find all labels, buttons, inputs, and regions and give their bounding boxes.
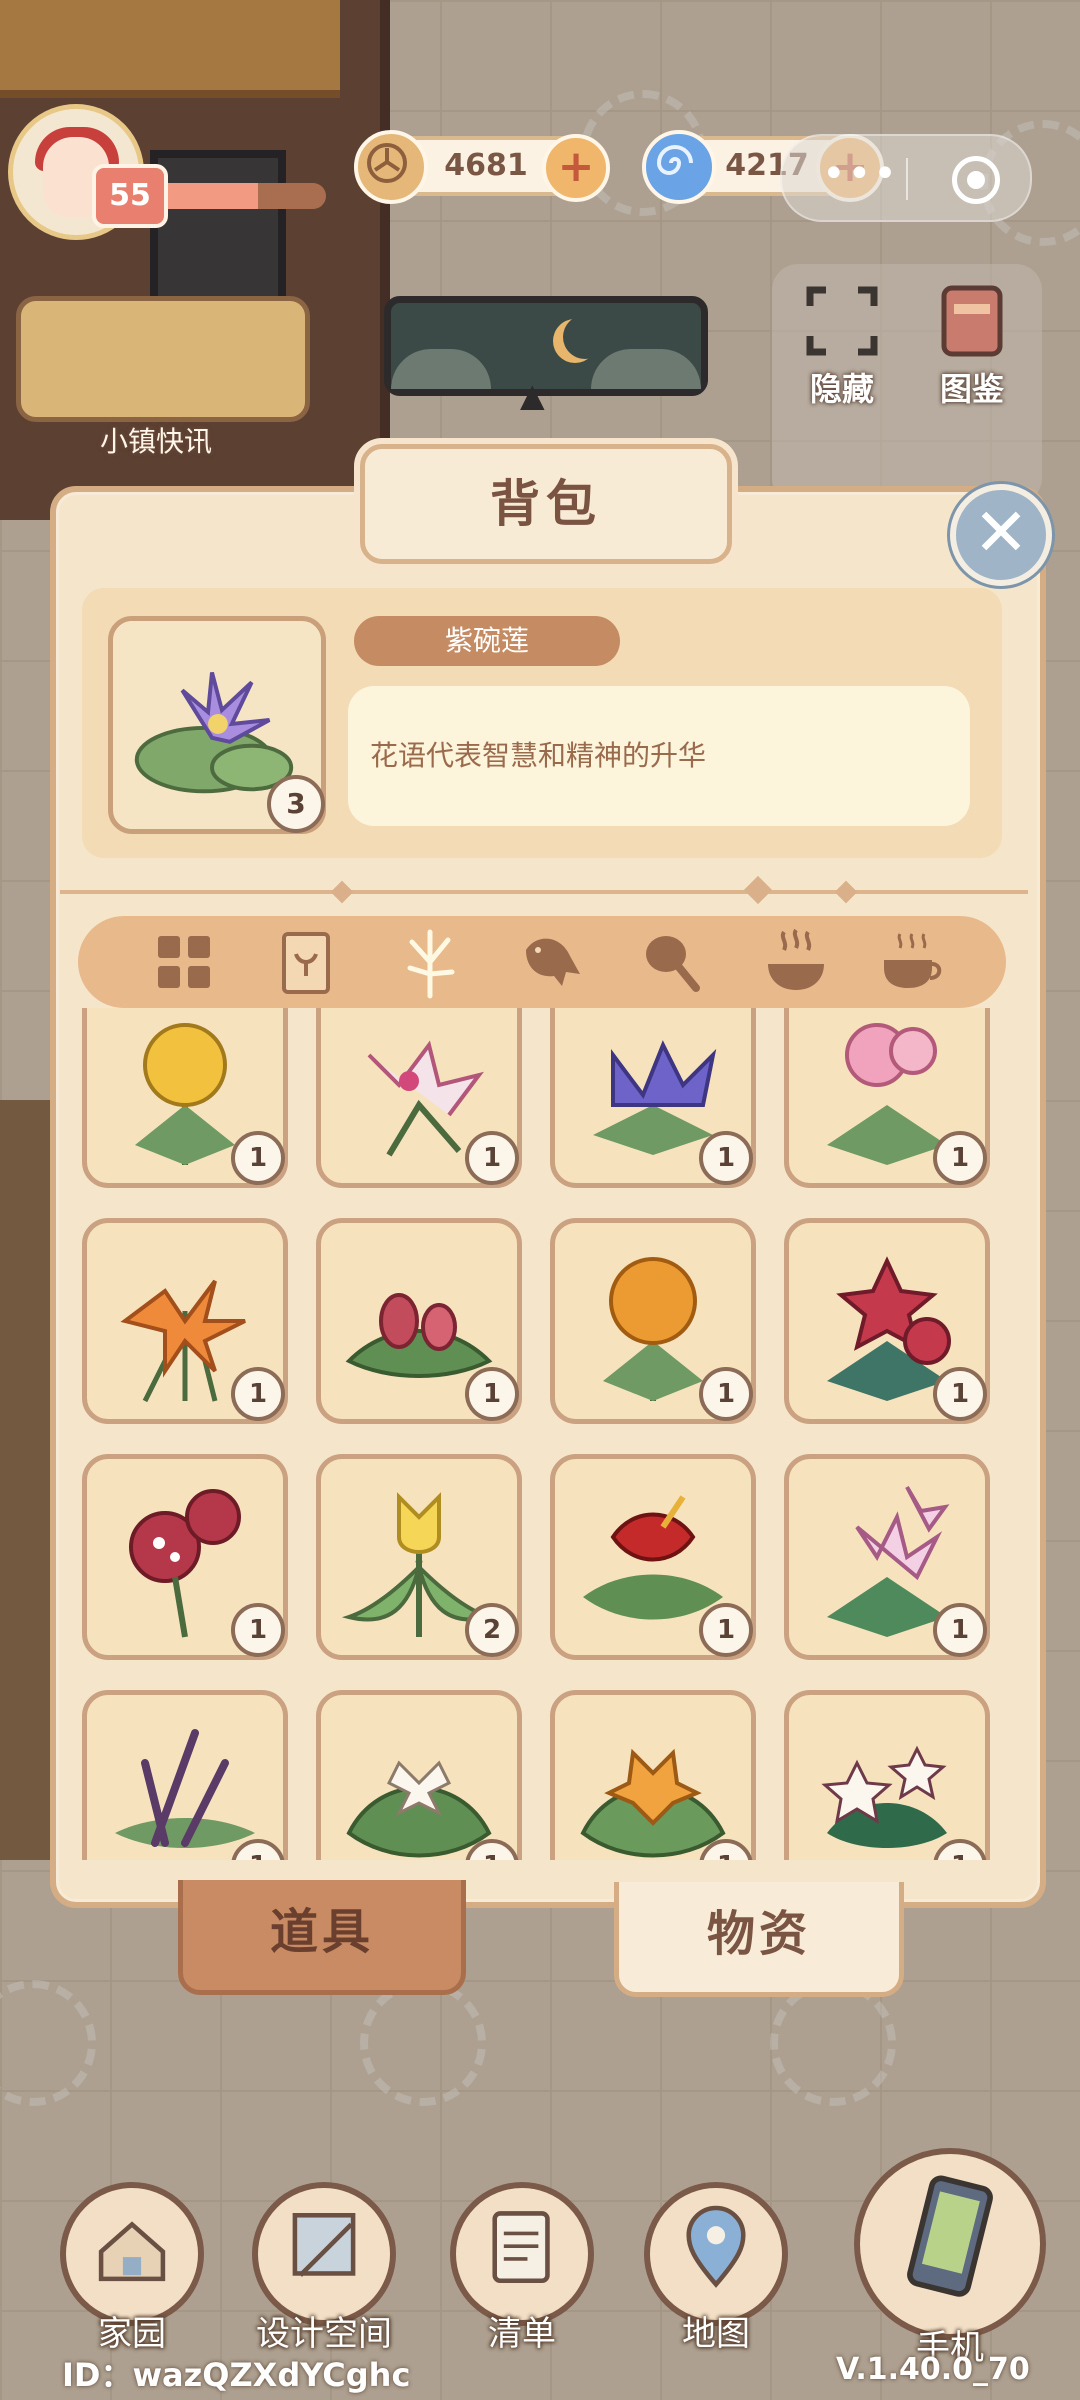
- category-flowers-tab[interactable]: [390, 922, 470, 1002]
- house-icon: [60, 2182, 204, 2326]
- design-label: 设计空间: [256, 2314, 392, 2354]
- category-all-tab[interactable]: [144, 922, 224, 1002]
- list-label: 清单: [488, 2314, 556, 2354]
- inventory-item-orange-lily[interactable]: 1: [82, 1218, 288, 1424]
- category-fish-tab[interactable]: [512, 922, 592, 1002]
- flower-icon: [407, 929, 455, 999]
- item-count-badge: 1: [933, 1603, 987, 1657]
- category-seeds-tab[interactable]: [266, 922, 346, 1002]
- catalog-button[interactable]: 图鉴: [922, 282, 1022, 410]
- item-count-badge: 1: [699, 1603, 753, 1657]
- town-news-label: 小镇快讯: [100, 425, 213, 458]
- selected-item-count: 3: [267, 775, 325, 833]
- level-badge: 55: [92, 164, 168, 228]
- day-night-indicator[interactable]: [384, 296, 708, 396]
- inventory-item-yellow-tulip[interactable]: 2: [316, 1454, 522, 1660]
- catalog-book-icon: [941, 285, 1003, 357]
- phone-nav-button[interactable]: 手机: [852, 2148, 1048, 2369]
- miniprogram-capsule: •••: [780, 134, 1032, 222]
- inventory-item-orange-flower[interactable]: 1: [550, 1690, 756, 1860]
- inventory-item-red-bud-flower[interactable]: 1: [316, 1218, 522, 1424]
- home-nav-button[interactable]: 家园: [58, 2182, 206, 2355]
- item-description-box: 花语代表智慧和精神的升华: [348, 686, 970, 826]
- coin-icon: [354, 130, 428, 204]
- item-count-badge: 1: [465, 1131, 519, 1185]
- backpack-title-plate: 背包: [360, 444, 732, 564]
- map-nav-button[interactable]: 地图: [642, 2182, 790, 2355]
- white-star-flower-icon: [821, 1745, 947, 1848]
- design-nav-button[interactable]: 设计空间: [250, 2182, 398, 2355]
- map-label: 地图: [682, 2314, 750, 2354]
- expand-arrow-icon[interactable]: ▲: [520, 376, 545, 414]
- inventory-item-pink-flower[interactable]: 1: [784, 1008, 990, 1188]
- fish-icon: [526, 938, 580, 986]
- category-dishes-tab[interactable]: [756, 922, 836, 1002]
- grid-icon: [158, 936, 210, 988]
- item-grid-viewport[interactable]: 1111111112111111: [82, 1008, 1002, 1860]
- side-tool-panel: 隐藏 图鉴: [772, 264, 1042, 504]
- materials-tab[interactable]: 物资: [614, 1882, 904, 1997]
- category-meat-tab[interactable]: [634, 922, 714, 1002]
- xp-bar: [148, 183, 326, 209]
- hide-button[interactable]: 隐藏: [792, 282, 892, 410]
- backpack-title: 背包: [490, 475, 602, 533]
- item-count-badge: 1: [699, 1367, 753, 1421]
- section-divider: [60, 890, 1028, 894]
- inventory-item-blue-purple-flower[interactable]: 1: [550, 1008, 756, 1188]
- town-news-banner[interactable]: [16, 296, 310, 422]
- inventory-item-yellow-flower[interactable]: 1: [82, 1008, 288, 1188]
- checklist-icon: [450, 2182, 594, 2326]
- item-count-badge: 1: [933, 1131, 987, 1185]
- inventory-item-pink-white-flower[interactable]: 1: [316, 1008, 522, 1188]
- item-count-badge: 1: [231, 1367, 285, 1421]
- item-count-badge: 2: [465, 1603, 519, 1657]
- hide-frame-icon: [806, 286, 878, 356]
- phone-icon: [854, 2148, 1046, 2340]
- player-id: ID：wazQZXdYCghc: [62, 2356, 411, 2394]
- category-bar: [78, 916, 1006, 1008]
- inventory-item-marigold[interactable]: 1: [550, 1218, 756, 1424]
- white-lily-icon: [346, 1760, 492, 1858]
- map-pin-icon: [644, 2182, 788, 2326]
- item-count-badge: 1: [231, 1131, 285, 1185]
- inventory-item-purple-leaf-plant[interactable]: 1: [82, 1690, 288, 1860]
- blueprint-icon: [252, 2182, 396, 2326]
- hide-label: 隐藏: [809, 370, 874, 408]
- item-count-badge: 1: [465, 1367, 519, 1421]
- coin-amount: 4681: [444, 148, 528, 183]
- bowl-icon: [768, 928, 824, 990]
- more-menu-icon[interactable]: •••: [822, 154, 899, 194]
- purple-leaf-plant-icon: [115, 1729, 255, 1848]
- cup-icon: [884, 933, 942, 988]
- tools-tab[interactable]: 道具: [178, 1880, 466, 1995]
- item-count-badge: 1: [699, 1131, 753, 1185]
- inventory-item-pink-lily[interactable]: 1: [784, 1454, 990, 1660]
- selected-item-thumbnail: 3: [108, 616, 326, 834]
- list-nav-button[interactable]: 清单: [448, 2182, 596, 2355]
- inventory-item-red-white-rose[interactable]: 1: [82, 1454, 288, 1660]
- add-coins-button[interactable]: +: [542, 134, 610, 202]
- inventory-item-white-lily[interactable]: 1: [316, 1690, 522, 1860]
- coin-counter: 4681 +: [354, 130, 610, 204]
- seed-packet-icon: [282, 932, 330, 994]
- version-text: V.1.40.0_70: [836, 2352, 1030, 2387]
- orange-flower-icon: [580, 1748, 726, 1858]
- inventory-item-red-anthurium[interactable]: 1: [550, 1454, 756, 1660]
- inventory-item-white-star-flower[interactable]: 1: [784, 1690, 990, 1860]
- item-count-badge: 1: [231, 1603, 285, 1657]
- home-label: 家园: [98, 2314, 166, 2354]
- inventory-item-red-star-flower[interactable]: 1: [784, 1218, 990, 1424]
- item-count-badge: 1: [933, 1367, 987, 1421]
- close-miniprogram-icon[interactable]: [952, 156, 1000, 204]
- drumstick-icon: [646, 936, 700, 992]
- category-drinks-tab[interactable]: [874, 922, 954, 1002]
- item-description: 花语代表智慧和精神的升华: [370, 739, 707, 772]
- close-button[interactable]: ✕: [950, 484, 1052, 586]
- selected-item-name: 紫碗莲: [354, 616, 620, 666]
- moon-icon: [563, 315, 607, 359]
- catalog-label: 图鉴: [939, 370, 1004, 408]
- swirl-gem-icon: [642, 130, 716, 204]
